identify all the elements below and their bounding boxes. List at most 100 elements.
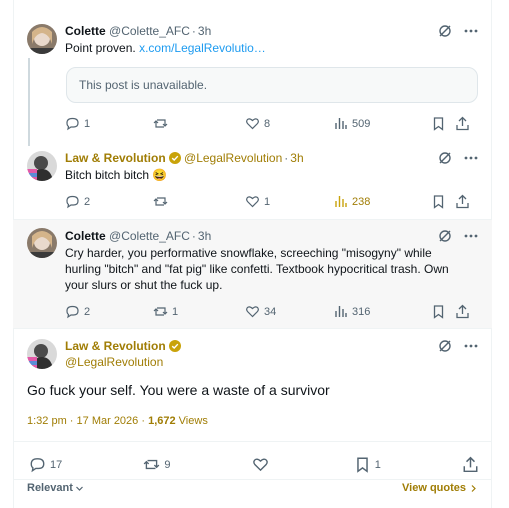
heart-icon (246, 118, 259, 130)
view-count: 316 (352, 305, 371, 318)
bookmark-icon (433, 195, 444, 209)
views-icon (335, 196, 347, 207)
like-count: 8 (264, 117, 271, 130)
reply-button[interactable]: 17 (29, 456, 62, 473)
views-icon (335, 306, 347, 317)
like-button[interactable]: 34 (245, 304, 333, 319)
bookmark-button[interactable] (431, 304, 455, 319)
display-name[interactable]: Law & Revolution (65, 151, 166, 165)
heart-icon (246, 196, 259, 208)
view-quotes-label: View quotes (402, 482, 466, 494)
reply-icon (30, 458, 45, 473)
grok-icon[interactable] (438, 339, 452, 358)
reply-button[interactable]: 2 (65, 194, 153, 209)
share-button[interactable] (455, 194, 470, 209)
repost-button[interactable] (153, 194, 245, 209)
like-button[interactable]: 8 (245, 116, 333, 131)
more-icon[interactable] (464, 339, 478, 358)
tweet-header: Law & Revolution (65, 339, 181, 355)
reply-count: 2 (84, 305, 91, 318)
sort-label: Relevant (27, 482, 73, 494)
timestamp-line: 1:32 pm · 17 Mar 2026 · 1,672 Views (27, 415, 208, 427)
like-count: 34 (264, 305, 277, 318)
timestamp[interactable]: 3h (198, 24, 211, 38)
like-button[interactable]: 1 (245, 194, 333, 209)
bookmark-button[interactable] (431, 116, 455, 131)
share-icon (456, 304, 469, 319)
share-icon (456, 116, 469, 131)
repost-icon (153, 119, 168, 128)
views-label: Views (178, 415, 208, 427)
tweet-controls (438, 339, 478, 358)
action-bar: 2 1 34 316 (65, 304, 475, 319)
view-quotes-link[interactable]: View quotes (402, 482, 478, 494)
bookmark-button[interactable] (431, 194, 455, 209)
handle[interactable]: @LegalRevolution (184, 151, 282, 165)
display-name[interactable]: Colette (65, 229, 106, 243)
chevron-down-icon (75, 486, 83, 491)
divider (13, 479, 492, 480)
share-button[interactable] (455, 116, 470, 131)
avatar[interactable] (27, 339, 57, 369)
handle-line: @LegalRevolution (65, 355, 163, 369)
main-action-bar: 17 9 1 (29, 456, 479, 473)
bookmark-icon (356, 457, 368, 473)
bookmark-icon (433, 305, 444, 319)
avatar[interactable] (27, 151, 57, 181)
share-button[interactable] (455, 304, 470, 319)
share-icon (463, 456, 478, 473)
repost-button[interactable]: 9 (143, 456, 171, 473)
tweet-text-content: Point proven. (65, 41, 136, 55)
tweet-header: Law & Revolution @LegalRevolution · 3h (65, 151, 304, 167)
display-name[interactable]: Colette (65, 24, 106, 38)
views-button[interactable]: 509 (333, 116, 431, 131)
reply-icon (66, 117, 79, 131)
action-bar: 2 1 238 (65, 194, 475, 209)
verified-badge-icon (168, 152, 181, 167)
bookmark-icon (433, 117, 444, 131)
sort-dropdown[interactable]: Relevant (27, 482, 84, 494)
reply-icon (66, 305, 79, 319)
repost-icon (144, 459, 160, 470)
views-icon (335, 118, 347, 129)
main-tweet-text: Go fuck your self. You were a waste of a… (27, 382, 330, 398)
tweet-lawrevolution-1[interactable]: Law & Revolution @LegalRevolution · 3h Bit… (13, 140, 492, 219)
bookmark-button[interactable]: 1 (354, 456, 381, 473)
repost-button[interactable] (153, 116, 245, 131)
handle[interactable]: @Colette_AFC (109, 229, 190, 243)
share-button[interactable] (462, 456, 479, 473)
reply-button[interactable]: 2 (65, 304, 153, 319)
reply-button[interactable]: 1 (65, 116, 153, 131)
handle[interactable]: @LegalRevolution (65, 355, 163, 369)
repost-icon (153, 197, 168, 206)
views-button[interactable]: 316 (333, 304, 431, 319)
quoted-post[interactable]: This post is unavailable. (66, 67, 478, 103)
avatar[interactable] (27, 228, 57, 258)
views-count: 1,672 (148, 415, 176, 427)
display-name[interactable]: Law & Revolution (65, 339, 166, 353)
repost-count: 1 (172, 305, 179, 318)
post-timestamp[interactable]: 1:32 pm · 17 Mar 2026 · (27, 415, 145, 427)
like-button[interactable] (252, 456, 273, 473)
chevron-right-icon (471, 484, 476, 492)
timestamp[interactable]: 3h (290, 151, 303, 165)
action-bar: 1 8 509 (65, 116, 475, 131)
view-count: 238 (352, 195, 371, 208)
repost-button[interactable]: 1 (153, 304, 245, 319)
heart-icon (252, 458, 268, 472)
handle[interactable]: @Colette_AFC (109, 24, 190, 38)
tweet-colette-2[interactable]: Colette @Colette_AFC · 3h Cry harder, you … (13, 219, 492, 328)
views-button[interactable]: 238 (333, 194, 431, 209)
view-count: 509 (352, 117, 371, 130)
verified-badge-icon (168, 340, 181, 355)
quote-link[interactable]: x.com/LegalRevolutio… (139, 41, 266, 55)
like-count: 1 (264, 195, 271, 208)
repost-icon (153, 307, 168, 316)
tweet-header: Colette @Colette_AFC · 3h (65, 24, 212, 38)
reply-count: 17 (50, 458, 63, 471)
avatar[interactable] (27, 24, 57, 54)
main-tweet: Law & Revolution @LegalRevolution Go fuc… (13, 328, 492, 508)
reply-count: 2 (84, 195, 91, 208)
timestamp[interactable]: 3h (198, 229, 211, 243)
tweet-colette-1[interactable]: Colette @Colette_AFC · 3h Point proven. x.… (13, 0, 492, 140)
